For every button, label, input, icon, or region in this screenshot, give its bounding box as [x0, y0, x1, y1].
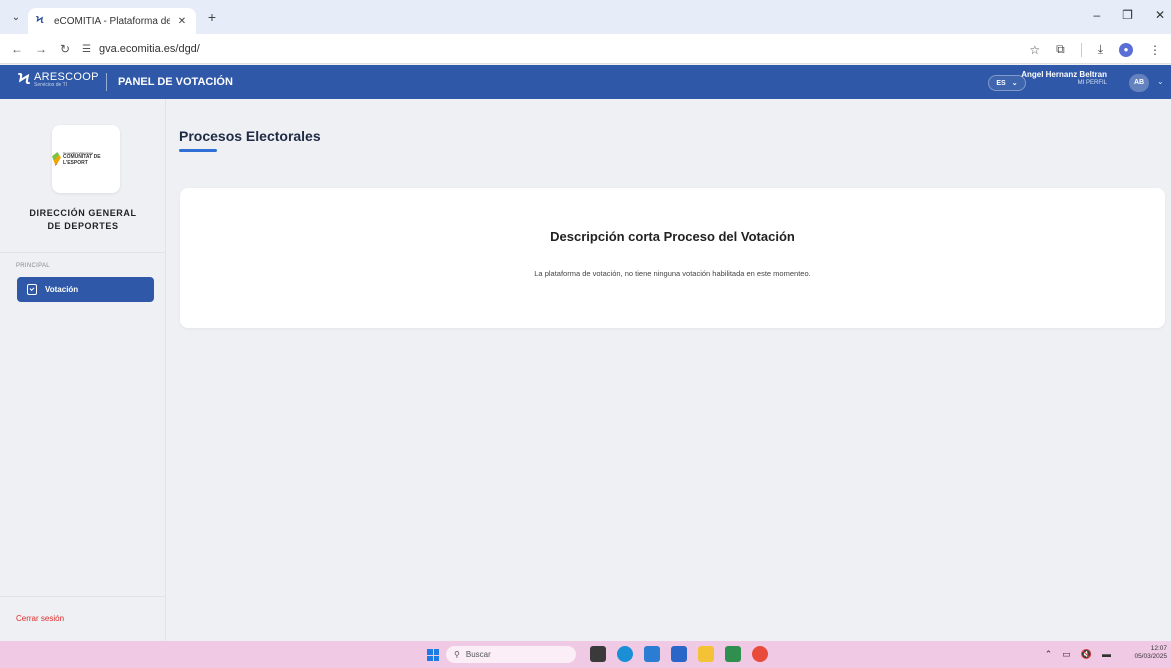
window-controls: – ❐ ✕ [1093, 8, 1165, 22]
site-settings-icon[interactable]: ☰ [82, 44, 91, 55]
browser-tab[interactable]: Ϟ eCOMITIA - Plataforma de Votac ✕ [28, 8, 196, 34]
clipboard-check-icon [27, 284, 37, 295]
card-description: La plataforma de votación, no tiene ning… [534, 269, 811, 278]
address-bar: ← → ↻ ☰ gva.ecomitia.es/dgd/ ☆ ⧉ ⤓ ● ⋮ [0, 34, 1171, 64]
volume-muted-icon[interactable]: 🔇 [1081, 649, 1092, 660]
file-explorer-icon[interactable] [698, 646, 714, 662]
header-title: PANEL DE VOTACIÓN [118, 76, 233, 88]
network-icon[interactable]: ▭ [1062, 649, 1071, 660]
org-logo-main-text: COMUNITAT DE L'ESPORT [62, 154, 101, 166]
close-window-icon[interactable]: ✕ [1155, 8, 1165, 22]
clock-date: 05/03/2025 [1134, 653, 1167, 661]
title-underline [179, 149, 217, 152]
chrome-icon[interactable] [752, 646, 768, 662]
store-icon[interactable] [671, 646, 687, 662]
language-value: ES [996, 79, 1006, 87]
browser-profile-icon[interactable]: ● [1119, 42, 1133, 57]
sidebar: Generalitat Valenciana COMUNITAT DE L'ES… [0, 99, 166, 641]
sidebar-bottom-divider [0, 596, 166, 597]
extensions-icon[interactable]: ⧉ [1056, 42, 1065, 57]
comunitat-esport-logo-icon [52, 152, 61, 166]
user-menu-chevron-icon[interactable]: ⌄ [1157, 77, 1164, 86]
edge-icon[interactable] [617, 646, 633, 662]
restore-icon[interactable]: ❐ [1122, 8, 1133, 22]
arescoop-logo-icon: Ϟ [18, 71, 31, 88]
organization-name: DIRECCIÓN GENERAL DE DEPORTES [0, 207, 166, 233]
sidebar-item-label: Votación [45, 285, 79, 294]
org-name-line-2: DE DEPORTES [47, 221, 119, 232]
tab-close-icon[interactable]: ✕ [176, 16, 188, 27]
windows-start-icon[interactable] [427, 649, 439, 661]
tab-title: eCOMITIA - Plataforma de Votac [54, 15, 170, 27]
outlook-icon[interactable] [644, 646, 660, 662]
new-tab-icon[interactable]: + [204, 10, 220, 24]
minimize-icon[interactable]: – [1093, 8, 1100, 22]
sidebar-section-label: PRINCIPAL [16, 263, 50, 269]
clock-time: 12:07 [1150, 645, 1167, 652]
downloads-icon[interactable]: ⤓ [1098, 42, 1103, 57]
app-header: Ϟ ARESCOOP Servicios de TI PANEL DE VOTA… [0, 65, 1171, 99]
omnibox[interactable]: ☰ gva.ecomitia.es/dgd/ [82, 38, 1042, 60]
bookmark-star-icon[interactable]: ☆ [1029, 43, 1040, 57]
browser-actions: ☆ ⧉ ⤓ ● ⋮ [1029, 42, 1161, 57]
url-text[interactable]: gva.ecomitia.es/dgd/ [99, 43, 200, 55]
page-title: Procesos Electorales [179, 128, 321, 144]
card-title: Descripción corta Proceso del Votación [550, 229, 795, 244]
user-name: Angel Hernanz Beltran [1021, 70, 1107, 79]
taskbar-search[interactable]: ⚲ Buscar [446, 646, 576, 663]
profile-link[interactable]: MI PERFIL [1021, 80, 1107, 87]
process-card: Descripción corta Proceso del Votación L… [180, 188, 1165, 328]
header-divider [106, 73, 107, 91]
system-tray: ⌃ ▭ 🔇 ▬ [1045, 649, 1111, 660]
forward-icon[interactable]: → [34, 42, 48, 56]
toolbar-divider [1080, 42, 1082, 57]
ecomitia-favicon-icon: Ϟ [36, 15, 44, 26]
tray-chevron-up-icon[interactable]: ⌃ [1045, 649, 1053, 660]
reload-icon[interactable]: ↻ [58, 42, 72, 56]
task-view-icon[interactable] [590, 646, 606, 662]
battery-icon[interactable]: ▬ [1102, 649, 1111, 660]
chevron-down-icon: ⌄ [1011, 80, 1018, 87]
avatar[interactable]: AB [1129, 74, 1149, 92]
sidebar-divider [0, 252, 166, 253]
app-icon[interactable] [725, 646, 741, 662]
user-info[interactable]: Angel Hernanz Beltran MI PERFIL [1021, 70, 1107, 87]
taskbar-search-placeholder: Buscar [465, 650, 491, 659]
organization-logo: Generalitat Valenciana COMUNITAT DE L'ES… [52, 125, 120, 193]
tab-search-chevron-icon[interactable]: ⌄ [8, 10, 24, 26]
taskbar-clock[interactable]: 12:07 05/03/2025 [1134, 645, 1167, 662]
sidebar-item-votacion[interactable]: Votación [17, 277, 154, 302]
logo-subtitle: Servicios de TI [34, 82, 68, 88]
taskbar: ⚲ Buscar ⌃ ▭ 🔇 ▬ 12:07 05/03/2025 [0, 641, 1171, 668]
back-icon[interactable]: ← [10, 42, 24, 56]
arescoop-logo[interactable]: Ϟ ARESCOOP Servicios de TI [18, 71, 99, 89]
org-name-line-1: DIRECCIÓN GENERAL [29, 208, 137, 218]
browser-tab-bar: ⌄ Ϟ eCOMITIA - Plataforma de Votac ✕ + –… [0, 0, 1171, 34]
browser-menu-icon[interactable]: ⋮ [1149, 43, 1161, 57]
logout-link[interactable]: Cerrar sesión [16, 614, 64, 623]
search-icon: ⚲ [454, 650, 460, 659]
taskbar-apps [590, 646, 768, 662]
